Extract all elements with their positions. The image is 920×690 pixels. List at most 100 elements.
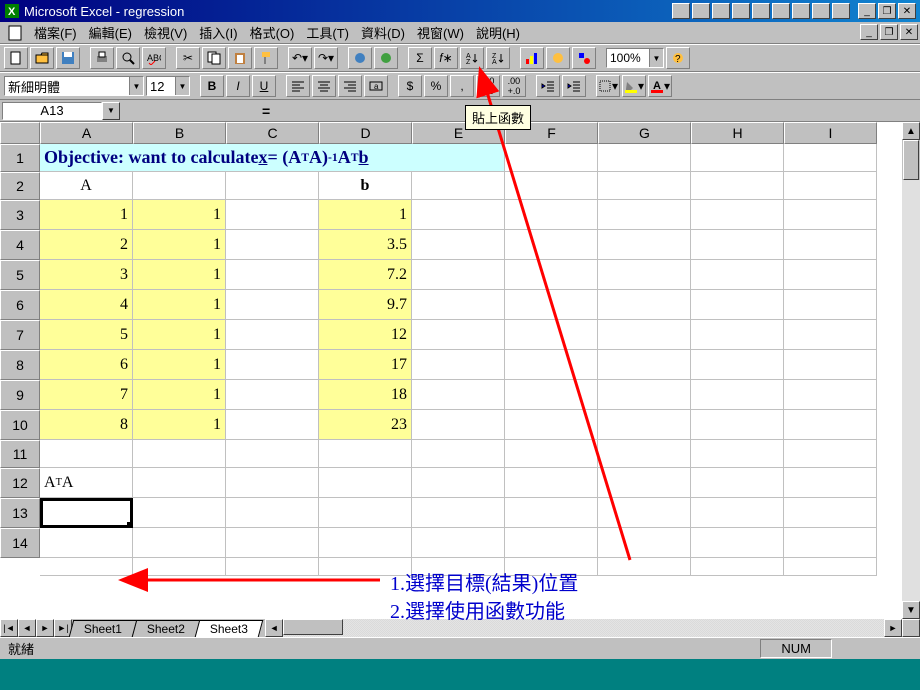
cell[interactable] [319, 528, 412, 558]
cell[interactable]: A [40, 172, 133, 200]
tray-icon[interactable] [792, 3, 810, 19]
cell[interactable] [691, 410, 784, 440]
cell[interactable]: 1 [133, 200, 226, 230]
save-button[interactable] [56, 47, 80, 69]
tray-icon[interactable] [752, 3, 770, 19]
cell[interactable] [784, 290, 877, 320]
cell[interactable] [505, 320, 598, 350]
cell[interactable] [505, 468, 598, 498]
horizontal-scrollbar[interactable]: ◄ ► [265, 619, 902, 637]
cell[interactable] [784, 380, 877, 410]
cell[interactable] [784, 200, 877, 230]
sheet-tab[interactable]: Sheet1 [69, 620, 138, 637]
row-header[interactable]: 12 [0, 468, 40, 498]
cell[interactable] [505, 172, 598, 200]
cell[interactable] [598, 260, 691, 290]
underline-button[interactable]: U [252, 75, 276, 97]
cell[interactable]: 1 [319, 200, 412, 230]
cell[interactable]: 4 [40, 290, 133, 320]
cell[interactable] [412, 290, 505, 320]
name-box[interactable]: A13 [2, 102, 102, 120]
function-button[interactable]: f∗ [434, 47, 458, 69]
row-header[interactable]: 11 [0, 440, 40, 468]
cell[interactable] [226, 380, 319, 410]
cell[interactable] [226, 290, 319, 320]
autosum-button[interactable]: Σ [408, 47, 432, 69]
cell[interactable]: 3 [40, 260, 133, 290]
cell[interactable]: 2 [40, 230, 133, 260]
cell[interactable] [319, 498, 412, 528]
cell[interactable] [598, 230, 691, 260]
cell[interactable]: 8 [40, 410, 133, 440]
row-header[interactable]: 14 [0, 528, 40, 558]
cell[interactable]: 23 [319, 410, 412, 440]
copy-button[interactable] [202, 47, 226, 69]
cell[interactable] [133, 558, 226, 576]
cell[interactable] [505, 260, 598, 290]
menu-file[interactable]: 檔案(F) [28, 21, 83, 44]
cell[interactable]: 1 [133, 320, 226, 350]
doc-icon[interactable] [6, 24, 24, 42]
chart-button[interactable] [520, 47, 544, 69]
tray-icon[interactable] [712, 3, 730, 19]
cell[interactable] [598, 498, 691, 528]
cell[interactable] [226, 528, 319, 558]
dropdown-arrow-icon[interactable]: ▼ [175, 77, 189, 95]
cell[interactable] [412, 498, 505, 528]
cell[interactable] [319, 468, 412, 498]
tray-icon[interactable] [672, 3, 690, 19]
col-header[interactable]: C [226, 122, 319, 144]
cell[interactable] [784, 468, 877, 498]
cell[interactable] [226, 230, 319, 260]
col-header[interactable]: B [133, 122, 226, 144]
cell[interactable] [598, 144, 691, 172]
cell[interactable] [133, 498, 226, 528]
cell[interactable] [505, 410, 598, 440]
mdi-close-button[interactable]: ✕ [900, 24, 918, 40]
cell[interactable]: 1 [133, 380, 226, 410]
cell[interactable]: 3.5 [319, 230, 412, 260]
row-header[interactable]: 7 [0, 320, 40, 350]
cell[interactable] [226, 350, 319, 380]
cell[interactable] [226, 498, 319, 528]
cell[interactable] [412, 380, 505, 410]
sheet-tab-active[interactable]: Sheet3 [195, 620, 264, 637]
cell[interactable] [40, 528, 133, 558]
tray-icon[interactable] [772, 3, 790, 19]
cell[interactable]: 7 [40, 380, 133, 410]
row-header[interactable]: 13 [0, 498, 40, 528]
cell[interactable] [691, 200, 784, 230]
tray-icon[interactable] [692, 3, 710, 19]
scroll-right-button[interactable]: ► [884, 619, 902, 637]
cell[interactable] [784, 230, 877, 260]
menu-edit[interactable]: 編輯(E) [83, 21, 138, 44]
tray-icon[interactable] [812, 3, 830, 19]
col-header[interactable]: D [319, 122, 412, 144]
cell[interactable] [598, 468, 691, 498]
cell[interactable] [598, 380, 691, 410]
cell[interactable] [598, 410, 691, 440]
help-button[interactable]: ? [666, 47, 690, 69]
cell[interactable] [691, 498, 784, 528]
row-header[interactable]: 1 [0, 144, 40, 172]
cell[interactable] [784, 172, 877, 200]
row-header[interactable]: 2 [0, 172, 40, 200]
menu-window[interactable]: 視窗(W) [411, 21, 470, 44]
cell[interactable] [226, 440, 319, 468]
cell[interactable] [691, 558, 784, 576]
menu-data[interactable]: 資料(D) [355, 21, 411, 44]
tray-icon[interactable] [832, 3, 850, 19]
col-header[interactable]: I [784, 122, 877, 144]
print-button[interactable] [90, 47, 114, 69]
mdi-restore-button[interactable]: ❐ [880, 24, 898, 40]
cell[interactable] [598, 172, 691, 200]
sheet-tab[interactable]: Sheet2 [132, 620, 201, 637]
cell[interactable] [691, 172, 784, 200]
cell[interactable]: 18 [319, 380, 412, 410]
spell-button[interactable]: ABC [142, 47, 166, 69]
cell[interactable] [598, 290, 691, 320]
font-combo[interactable]: 新細明體▼ [4, 76, 144, 96]
decrease-indent-button[interactable] [536, 75, 560, 97]
cell[interactable] [226, 320, 319, 350]
cell[interactable] [505, 230, 598, 260]
